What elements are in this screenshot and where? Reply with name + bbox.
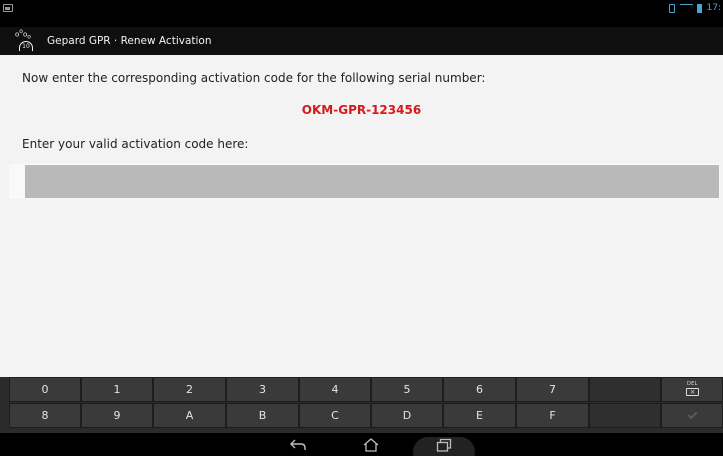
key-6[interactable]: 6 (443, 377, 516, 402)
logo-dots: oooo (15, 28, 31, 41)
key-e[interactable]: E (443, 403, 516, 428)
done-key[interactable] (661, 403, 723, 428)
key-2[interactable]: 2 (153, 377, 226, 402)
key-8[interactable]: 8 (9, 403, 81, 428)
wifi-icon (680, 4, 692, 13)
app-title-bar: oooo 10 Gepard GPR · Renew Activation (0, 27, 723, 55)
backspace-icon: DEL × (686, 380, 699, 396)
key-3[interactable]: 3 (226, 377, 299, 402)
home-icon (363, 437, 379, 452)
prompt-text: Enter your valid activation code here: (22, 137, 249, 151)
app-logo-icon[interactable]: oooo 10 (15, 28, 41, 54)
key-9[interactable]: 9 (81, 403, 153, 428)
home-button[interactable] (353, 433, 389, 456)
hex-keyboard: 0 1 2 3 4 5 6 7 DEL × 8 9 A B C D E F (0, 377, 723, 433)
check-icon (687, 409, 697, 419)
key-1[interactable]: 1 (81, 377, 153, 402)
key-b[interactable]: B (226, 403, 299, 428)
activation-code-input[interactable] (25, 165, 719, 198)
key-0[interactable]: 0 (9, 377, 81, 402)
backspace-key[interactable]: DEL × (661, 377, 723, 402)
app-title: Gepard GPR · Renew Activation (47, 35, 212, 47)
status-icons: 17: (668, 1, 721, 15)
battery-icon (696, 3, 702, 13)
back-icon (290, 439, 306, 450)
navigation-bar (0, 433, 723, 456)
key-7[interactable]: 7 (516, 377, 589, 402)
serial-number: OKM-GPR-123456 (301, 103, 422, 117)
key-f[interactable]: F (516, 403, 589, 428)
status-time: 17: (706, 3, 721, 13)
instruction-text: Now enter the corresponding activation c… (22, 71, 486, 85)
key-blank-1 (589, 377, 661, 402)
key-a[interactable]: A (153, 403, 226, 428)
key-4[interactable]: 4 (299, 377, 371, 402)
status-bar: 17: (0, 0, 723, 27)
key-d[interactable]: D (371, 403, 443, 428)
screenshot-notification-icon (3, 4, 13, 12)
recent-apps-icon (436, 438, 452, 452)
key-5[interactable]: 5 (371, 377, 443, 402)
activation-panel: Now enter the corresponding activation c… (0, 55, 723, 377)
vibrate-icon (668, 3, 675, 13)
logo-badge: 10 (19, 41, 33, 51)
key-blank-2 (589, 403, 661, 428)
back-button[interactable] (280, 433, 316, 456)
recent-apps-button[interactable] (426, 433, 462, 456)
key-c[interactable]: C (299, 403, 371, 428)
